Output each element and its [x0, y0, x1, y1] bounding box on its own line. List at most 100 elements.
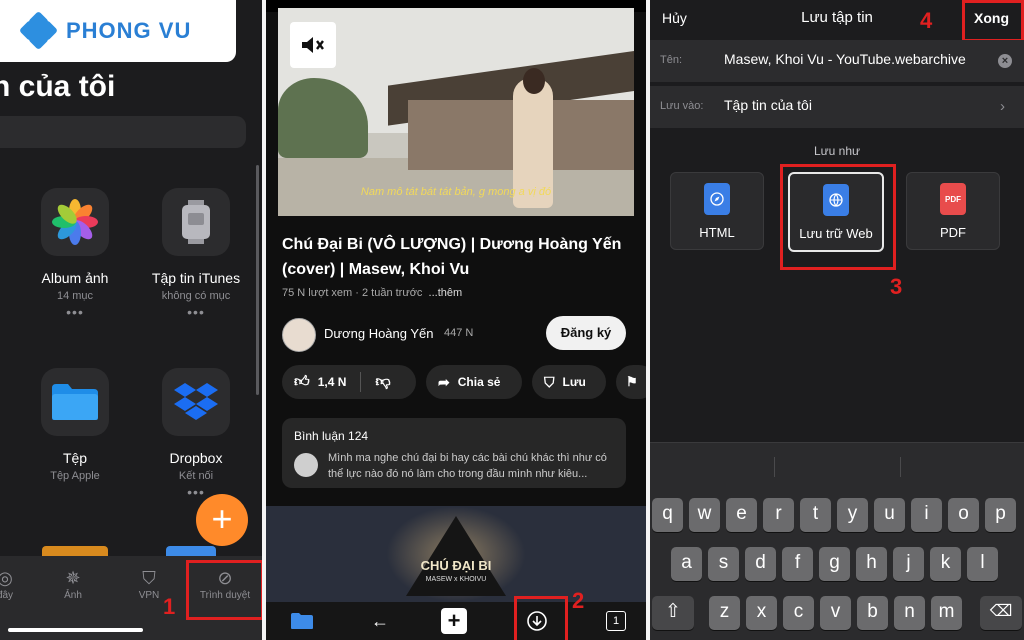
mute-button[interactable] — [290, 22, 336, 68]
annotation-box-4 — [962, 0, 1024, 42]
comments-section[interactable]: Bình luận 124 Mình ma nghe chú đại bi ha… — [282, 418, 626, 488]
channel-name[interactable]: Dương Hoàng Yến — [324, 326, 434, 341]
like-dislike-group: 👍︎ 1,4 N 👎︎ — [282, 365, 416, 399]
back-arrow-icon[interactable]: ← — [366, 608, 394, 634]
app-dropbox[interactable]: Dropbox Kết nối ••• — [141, 368, 251, 500]
files-app-panel: PHONG VU n của tôi Album ảnh 14 mục ••• — [0, 0, 262, 640]
compass-icon: ◎ — [0, 568, 13, 588]
more-link[interactable]: ...thêm — [429, 287, 463, 299]
scrollbar[interactable] — [256, 165, 259, 395]
tab-photos[interactable]: ✵ Ảnh — [38, 568, 108, 601]
app-subtitle: Tệp Apple — [50, 470, 100, 482]
view-count: 75 N lượt xem · 2 tuần trước — [282, 287, 423, 299]
annotation-step-3: 3 — [890, 274, 903, 299]
annotation-box-3 — [780, 164, 896, 270]
search-icon — [0, 124, 9, 137]
comment-text: Mình ma nghe chú đại bi hay các bài chú … — [328, 452, 607, 480]
key-w[interactable]: w — [689, 498, 720, 532]
home-indicator — [8, 628, 143, 632]
key-x[interactable]: x — [746, 596, 777, 630]
key-o[interactable]: o — [948, 498, 979, 532]
clear-icon[interactable]: × — [998, 54, 1012, 68]
page-title: n của tôi — [0, 70, 116, 103]
key-j[interactable]: j — [893, 547, 924, 581]
key-b[interactable]: b — [857, 596, 888, 630]
key-d[interactable]: d — [745, 547, 776, 581]
share-arrow-icon: ➦ — [438, 373, 450, 390]
key-i[interactable]: i — [911, 498, 942, 532]
key-g[interactable]: g — [819, 547, 850, 581]
more-dots-icon[interactable]: ••• — [20, 304, 130, 320]
youtube-panel: Nam mô tát bát tát bản, g mong a vị đó C… — [266, 0, 646, 640]
new-tab-plus-icon[interactable]: + — [441, 608, 467, 634]
browser-toolbar: ← + 1 — [266, 602, 646, 640]
key-z[interactable]: z — [709, 596, 740, 630]
key-p[interactable]: p — [985, 498, 1016, 532]
key-c[interactable]: c — [783, 596, 814, 630]
flag-button[interactable]: ⚑ — [616, 365, 646, 399]
key-a[interactable]: a — [671, 547, 702, 581]
html-file-icon — [704, 183, 730, 215]
ipod-icon — [162, 188, 230, 256]
key-t[interactable]: t — [800, 498, 831, 532]
dropbox-icon — [162, 368, 230, 436]
keyboard: q w e r t y u i o p a s d f g h j k l z x c v b n m ⇧ ⌫ — [650, 443, 1024, 640]
key-q[interactable]: q — [652, 498, 683, 532]
brand-name: PHONG VU — [66, 18, 192, 43]
chevron-right-icon: › — [1000, 98, 1005, 115]
app-name: Album ảnh — [41, 270, 109, 286]
app-name: Dropbox — [169, 450, 223, 466]
brand-mark-icon — [18, 10, 59, 51]
key-h[interactable]: h — [856, 547, 887, 581]
key-l[interactable]: l — [967, 547, 998, 581]
app-subtitle: 14 mục — [56, 290, 94, 302]
key-s[interactable]: s — [708, 547, 739, 581]
app-album[interactable]: Album ảnh 14 mục ••• — [20, 188, 130, 320]
channel-avatar[interactable] — [282, 318, 316, 352]
shield-icon: ⛉ — [142, 568, 156, 588]
filename-input[interactable]: Masew, Khoi Vu - YouTube.webarchive — [724, 51, 966, 67]
tab-label: đây — [0, 590, 14, 601]
key-e[interactable]: e — [726, 498, 757, 532]
key-m[interactable]: m — [931, 596, 962, 630]
app-files[interactable]: Tệp Tệp Apple — [20, 368, 130, 482]
flag-icon: ⚑ — [626, 374, 638, 389]
filename-row: Tên: Masew, Khoi Vu - YouTube.webarchive… — [650, 40, 1024, 82]
shift-key-icon[interactable]: ⇧ — [652, 596, 694, 630]
thumbnail-title: CHÚ ĐẠI BI — [420, 558, 492, 573]
save-location-row[interactable]: Lưu vào: Tập tin của tôi › — [650, 86, 1024, 128]
thumbs-up-icon[interactable]: 👍︎ — [294, 373, 310, 391]
video-title: Chú Đại Bi (VÔ LƯỢNG) | Dương Hoàng Yến … — [282, 236, 622, 278]
more-dots-icon[interactable]: ••• — [141, 304, 251, 320]
annotation-step-2: 2 — [572, 588, 585, 613]
share-button[interactable]: ➦ Chia sẻ — [426, 365, 522, 399]
thumbs-down-icon[interactable]: 👎︎ — [375, 373, 390, 391]
subscribe-button[interactable]: Đăng ký — [546, 316, 626, 350]
like-count[interactable]: 1,4 N — [318, 375, 347, 389]
key-f[interactable]: f — [782, 547, 813, 581]
next-video-thumbnail[interactable]: CHÚ ĐẠI BI MASEW x KHOIVU — [266, 506, 646, 602]
annotation-box-2 — [514, 596, 568, 640]
save-as-label: Lưu như — [813, 144, 861, 158]
speaker-muted-icon — [302, 37, 324, 53]
format-option-pdf[interactable]: PDF PDF — [906, 172, 1000, 250]
key-u[interactable]: u — [874, 498, 905, 532]
photos-icon — [41, 188, 109, 256]
key-r[interactable]: r — [763, 498, 794, 532]
add-button[interactable]: + — [196, 494, 248, 546]
format-option-html[interactable]: HTML — [670, 172, 764, 250]
folder-icon[interactable] — [288, 608, 316, 634]
video-player[interactable]: Nam mô tát bát tát bản, g mong a vị đó — [278, 8, 634, 216]
option-label: HTML — [699, 225, 735, 240]
backspace-key-icon[interactable]: ⌫ — [980, 596, 1022, 630]
search-input[interactable] — [0, 116, 246, 148]
tab-count-button[interactable]: 1 — [604, 608, 628, 634]
tab-here[interactable]: ◎ đây — [0, 568, 40, 601]
save-button[interactable]: ⛉ Lưu — [532, 365, 606, 399]
key-k[interactable]: k — [930, 547, 961, 581]
app-itunes-files[interactable]: Tập tin iTunes không có mục ••• — [141, 188, 251, 320]
share-label: Chia sẻ — [457, 375, 501, 389]
key-n[interactable]: n — [894, 596, 925, 630]
key-v[interactable]: v — [820, 596, 851, 630]
key-y[interactable]: y — [837, 498, 868, 532]
